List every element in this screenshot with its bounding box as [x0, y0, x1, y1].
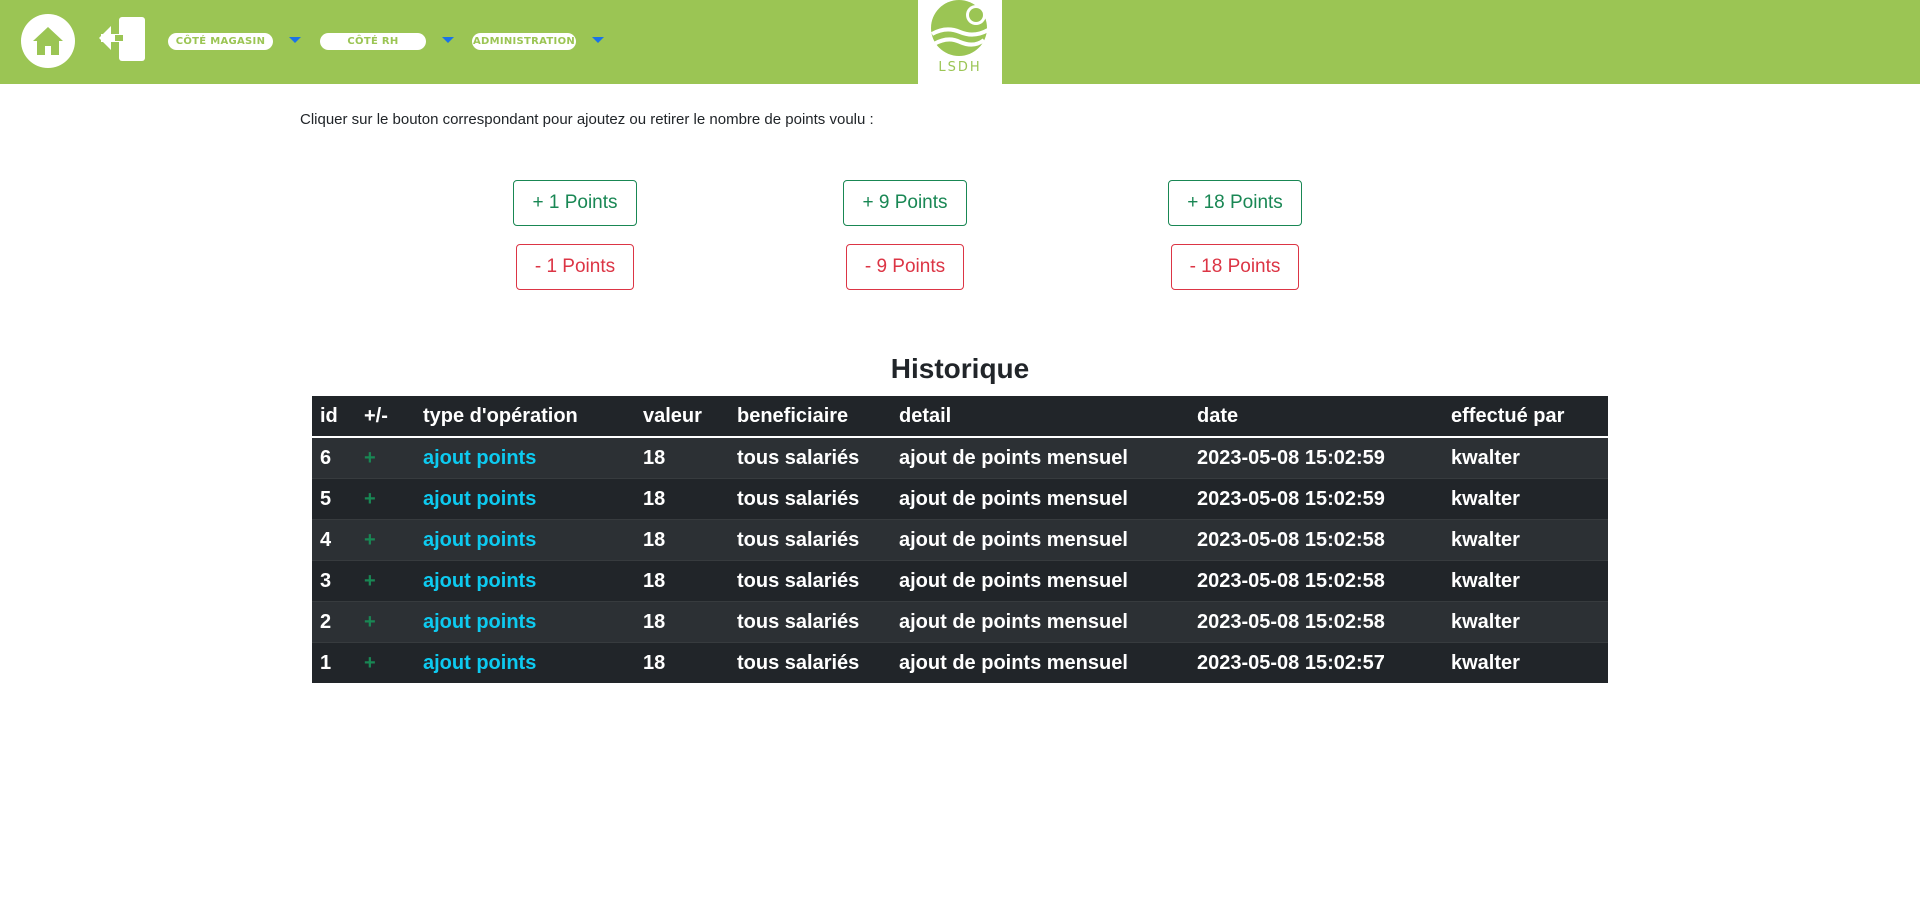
chevron-down-icon [289, 36, 301, 43]
history-title: Historique [890, 353, 1030, 384]
cell-valeur: 18 [635, 601, 729, 643]
cell-id: 1 [312, 642, 356, 683]
cell-id: 4 [312, 519, 356, 561]
cell-id: 5 [312, 478, 356, 520]
cell-valeur: 18 [635, 519, 729, 561]
menu-cote-rh-label: Côté RH [320, 33, 426, 50]
logo-text: LSDH [938, 60, 982, 75]
cell-detail: ajout de points mensuel [891, 560, 1189, 602]
cell-sign: + [356, 642, 415, 683]
cell-valeur: 18 [635, 478, 729, 520]
cell-sign: + [356, 519, 415, 561]
cell-type: ajout points [415, 560, 635, 602]
table-header-row: id +/- type d'opération valeur beneficia… [312, 396, 1608, 438]
instruction-text: Cliquer sur le bouton correspondant pour… [300, 111, 874, 128]
logout-icon [99, 17, 145, 61]
cell-type: ajout points [415, 436, 635, 479]
cell-effectue-par: kwalter [1443, 436, 1608, 479]
cell-detail: ajout de points mensuel [891, 642, 1189, 683]
cell-id: 3 [312, 560, 356, 602]
menu-cote-magasin-label: Côté magasin [168, 33, 273, 50]
cell-date: 2023-05-08 15:02:58 [1189, 601, 1443, 643]
menu-administration-label: Administration [472, 33, 576, 50]
add-1-points-button[interactable]: + 1 Points [513, 180, 637, 226]
column-header-effectue-par: effectué par [1443, 396, 1608, 438]
cell-detail: ajout de points mensuel [891, 601, 1189, 643]
cell-date: 2023-05-08 15:02:59 [1189, 478, 1443, 520]
add-9-points-button[interactable]: + 9 Points [843, 180, 967, 226]
chevron-down-icon [442, 36, 454, 43]
cell-id: 2 [312, 601, 356, 643]
cell-beneficiaire: tous salariés [729, 436, 891, 479]
table-row: 3 + ajout points 18 tous salariés ajout … [312, 560, 1608, 602]
cell-beneficiaire: tous salariés [729, 478, 891, 520]
cell-valeur: 18 [635, 560, 729, 602]
column-header-sign: +/- [356, 396, 415, 438]
column-header-valeur: valeur [635, 396, 729, 438]
cell-detail: ajout de points mensuel [891, 478, 1189, 520]
cell-sign: + [356, 436, 415, 479]
cell-sign: + [356, 478, 415, 520]
cell-beneficiaire: tous salariés [729, 560, 891, 602]
top-navbar: Côté magasin Côté RH Administration LSDH [0, 0, 1920, 84]
table-row: 4 + ajout points 18 tous salariés ajout … [312, 519, 1608, 561]
menu-administration[interactable]: Administration [472, 33, 604, 50]
column-header-detail: detail [891, 396, 1189, 438]
column-header-id: id [312, 396, 356, 438]
cell-type: ajout points [415, 642, 635, 683]
cell-effectue-par: kwalter [1443, 560, 1608, 602]
lsdh-logo: LSDH [918, 0, 1002, 84]
cell-beneficiaire: tous salariés [729, 642, 891, 683]
logout-button[interactable] [97, 14, 151, 64]
remove-9-points-button[interactable]: - 9 Points [846, 244, 964, 290]
chevron-down-icon [592, 36, 604, 43]
cell-effectue-par: kwalter [1443, 519, 1608, 561]
table-row: 5 + ajout points 18 tous salariés ajout … [312, 478, 1608, 520]
home-icon [33, 27, 63, 55]
cell-type: ajout points [415, 601, 635, 643]
column-header-date: date [1189, 396, 1443, 438]
home-button[interactable] [21, 14, 75, 68]
cell-valeur: 18 [635, 436, 729, 479]
cell-date: 2023-05-08 15:02:57 [1189, 642, 1443, 683]
cell-detail: ajout de points mensuel [891, 519, 1189, 561]
cell-effectue-par: kwalter [1443, 478, 1608, 520]
cell-effectue-par: kwalter [1443, 601, 1608, 643]
menu-cote-magasin[interactable]: Côté magasin [168, 33, 301, 50]
cell-type: ajout points [415, 478, 635, 520]
add-18-points-button[interactable]: + 18 Points [1168, 180, 1302, 226]
cell-date: 2023-05-08 15:02:58 [1189, 519, 1443, 561]
cell-id: 6 [312, 436, 356, 479]
menu-cote-rh[interactable]: Côté RH [320, 33, 454, 50]
table-row: 6 + ajout points 18 tous salariés ajout … [312, 436, 1608, 479]
history-table: id +/- type d'opération valeur beneficia… [312, 396, 1608, 683]
remove-1-points-button[interactable]: - 1 Points [516, 244, 634, 290]
cell-type: ajout points [415, 519, 635, 561]
cell-sign: + [356, 601, 415, 643]
cell-beneficiaire: tous salariés [729, 601, 891, 643]
cell-detail: ajout de points mensuel [891, 436, 1189, 479]
column-header-type: type d'opération [415, 396, 635, 438]
cell-valeur: 18 [635, 642, 729, 683]
cell-date: 2023-05-08 15:02:58 [1189, 560, 1443, 602]
remove-18-points-button[interactable]: - 18 Points [1171, 244, 1299, 290]
cell-date: 2023-05-08 15:02:59 [1189, 436, 1443, 479]
table-row: 2 + ajout points 18 tous salariés ajout … [312, 601, 1608, 643]
cell-beneficiaire: tous salariés [729, 519, 891, 561]
column-header-beneficiaire: beneficiaire [729, 396, 891, 438]
cell-sign: + [356, 560, 415, 602]
logo-emblem-icon [931, 0, 989, 56]
table-row: 1 + ajout points 18 tous salariés ajout … [312, 642, 1608, 683]
cell-effectue-par: kwalter [1443, 642, 1608, 683]
